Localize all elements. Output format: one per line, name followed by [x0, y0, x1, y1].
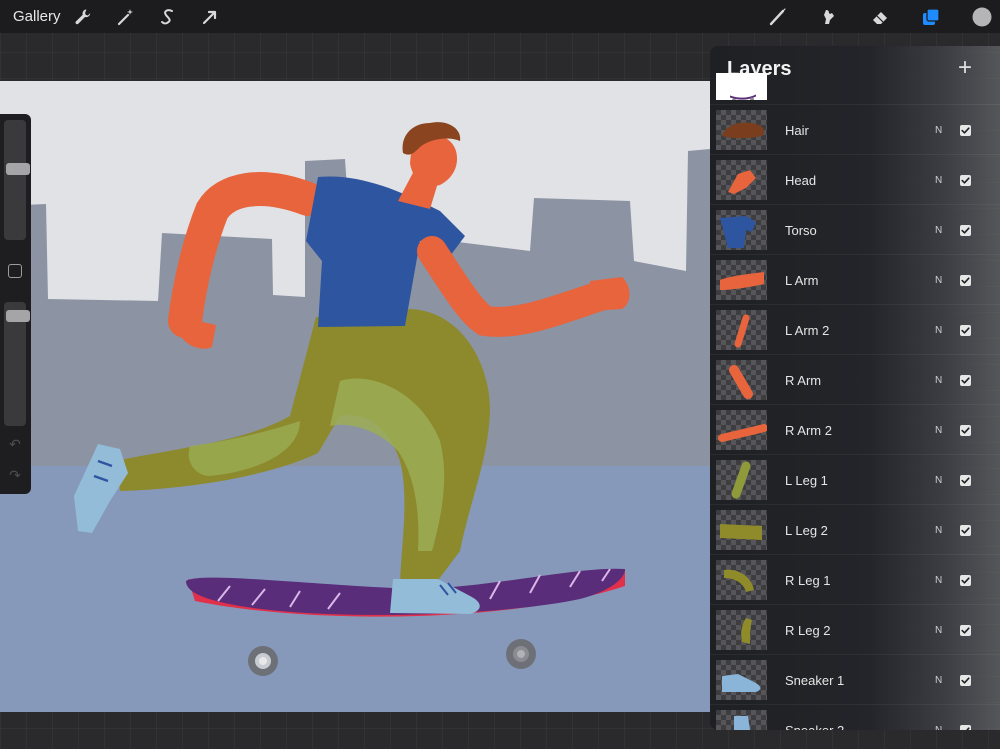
- visibility-checkbox[interactable]: [960, 325, 971, 336]
- layer-thumbnail: [716, 360, 767, 400]
- layer-row[interactable]: L Leg 1 N: [710, 455, 1000, 505]
- layer-thumbnail: [716, 73, 767, 100]
- blend-mode-button[interactable]: N: [935, 625, 942, 636]
- layer-row[interactable]: Sneaker 1 N: [710, 655, 1000, 705]
- layer-row[interactable]: Head N: [710, 155, 1000, 205]
- layers-panel: Layers + Hair N Head N Torso N L Arm N L Arm 2NR…: [710, 46, 1000, 730]
- layer-name: R Leg 2: [785, 623, 831, 638]
- layer-row[interactable]: L Leg 2 N: [710, 505, 1000, 555]
- layer-row[interactable]: R Leg 2 N: [710, 605, 1000, 655]
- visibility-checkbox[interactable]: [960, 175, 971, 186]
- layer-name: R Arm: [785, 373, 822, 388]
- brush-size-thumb[interactable]: [6, 163, 30, 175]
- opacity-slider[interactable]: [4, 302, 30, 426]
- top-toolbar: Gallery: [0, 0, 1000, 33]
- blend-mode-button[interactable]: N: [935, 725, 942, 730]
- layer-name: Sneaker 1: [785, 673, 845, 688]
- layer-thumbnail: [716, 210, 767, 250]
- brush-icon[interactable]: [765, 4, 790, 29]
- layer-thumbnail: [716, 510, 767, 550]
- selection-s-icon[interactable]: [155, 4, 180, 29]
- visibility-checkbox[interactable]: [960, 575, 971, 586]
- blend-mode-button[interactable]: N: [935, 475, 942, 486]
- layer-name: Head: [785, 173, 817, 188]
- layer-name: R Arm 2: [785, 423, 832, 438]
- visibility-checkbox[interactable]: [960, 225, 971, 236]
- layer-name: L Leg 2: [785, 523, 828, 538]
- blend-mode-button[interactable]: N: [935, 575, 942, 586]
- brush-size-slider[interactable]: [4, 120, 30, 240]
- color-swatch-icon[interactable]: [969, 4, 994, 29]
- blend-mode-button[interactable]: N: [935, 175, 942, 186]
- visibility-checkbox[interactable]: [960, 275, 971, 286]
- visibility-checkbox[interactable]: [960, 125, 971, 136]
- layer-thumbnail: [716, 460, 767, 500]
- layer-row[interactable]: R Leg 1 N: [710, 555, 1000, 605]
- layer-thumbnail: [716, 710, 767, 730]
- layer-row[interactable]: L Arm 2 N: [710, 305, 1000, 355]
- modify-button[interactable]: [8, 264, 22, 278]
- drawing-canvas[interactable]: [0, 81, 710, 712]
- layer-row[interactable]: L Arm N: [710, 255, 1000, 305]
- layer-name: Sneaker 2: [785, 723, 844, 730]
- left-sidebar: ↶ ↷: [0, 114, 31, 494]
- blend-mode-button[interactable]: N: [935, 525, 942, 536]
- blend-mode-button[interactable]: N: [935, 275, 942, 286]
- layer-thumbnail: [716, 260, 767, 300]
- redo-arrow-icon[interactable]: ↷: [7, 468, 23, 482]
- opacity-thumb[interactable]: [6, 310, 30, 322]
- layer-name: Torso: [785, 223, 817, 238]
- blend-mode-button[interactable]: N: [935, 325, 942, 336]
- eraser-icon[interactable]: [867, 4, 892, 29]
- gallery-button[interactable]: Gallery: [13, 8, 61, 25]
- layer-thumbnail: [716, 110, 767, 150]
- wrench-icon[interactable]: [70, 4, 95, 29]
- magic-wand-icon[interactable]: [113, 4, 138, 29]
- layer-name: L Arm: [785, 273, 819, 288]
- layer-row[interactable]: Sneaker 2 N: [710, 705, 1000, 730]
- arrow-cursor-icon[interactable]: [197, 4, 222, 29]
- layer-name: Hair: [785, 123, 809, 138]
- undo-arrow-icon[interactable]: ↶: [7, 437, 23, 451]
- plus-icon[interactable]: +: [955, 56, 975, 80]
- layer-row-partial[interactable]: [710, 73, 1000, 105]
- layer-name: R Leg 1: [785, 573, 831, 588]
- blend-mode-button[interactable]: N: [935, 375, 942, 386]
- layer-thumbnail: [716, 660, 767, 700]
- visibility-checkbox[interactable]: [960, 725, 971, 730]
- smudge-icon[interactable]: [816, 4, 841, 29]
- blend-mode-button[interactable]: N: [935, 425, 942, 436]
- layer-row[interactable]: Torso N: [710, 205, 1000, 255]
- visibility-checkbox[interactable]: [960, 375, 971, 386]
- blend-mode-button[interactable]: N: [935, 675, 942, 686]
- layer-row[interactable]: Hair N: [710, 105, 1000, 155]
- layers-icon[interactable]: [918, 4, 943, 29]
- layer-thumbnail: [716, 160, 767, 200]
- visibility-checkbox[interactable]: [960, 625, 971, 636]
- layer-thumbnail: [716, 310, 767, 350]
- visibility-checkbox[interactable]: [960, 675, 971, 686]
- layer-name: L Arm 2: [785, 323, 830, 338]
- visibility-checkbox[interactable]: [960, 525, 971, 536]
- visibility-checkbox[interactable]: [960, 475, 971, 486]
- skater-artwork: [0, 81, 710, 712]
- blend-mode-button[interactable]: N: [935, 225, 942, 236]
- layer-thumbnail: [716, 410, 767, 450]
- layer-thumbnail: [716, 560, 767, 600]
- layer-row[interactable]: R Arm 2 N: [710, 405, 1000, 455]
- layer-row[interactable]: R Arm N: [710, 355, 1000, 405]
- blend-mode-button[interactable]: N: [935, 125, 942, 136]
- visibility-checkbox[interactable]: [960, 425, 971, 436]
- layer-thumbnail: [716, 610, 767, 650]
- layer-name: L Leg 1: [785, 473, 828, 488]
